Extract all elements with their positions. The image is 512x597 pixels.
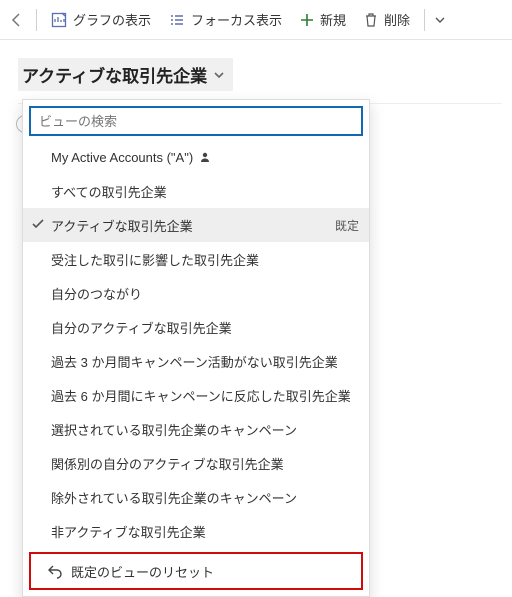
new-button[interactable]: 新規 — [292, 4, 354, 36]
view-title-text: アクティブな取引先企業 — [22, 62, 207, 87]
delete-label: 削除 — [384, 10, 410, 29]
chevron-down-icon — [434, 14, 446, 26]
toolbar-separator — [36, 9, 37, 31]
view-search-input[interactable] — [29, 106, 363, 136]
view-option[interactable]: 受注した取引に影響した取引先企業 — [23, 242, 369, 276]
focus-view-button[interactable]: フォーカス表示 — [161, 4, 290, 36]
view-option[interactable]: 非アクティブな取引先企業 — [23, 514, 369, 548]
content-area: My Active Accounts ("A")すべての取引先企業アクティブな取… — [0, 99, 512, 143]
view-option[interactable]: 自分のアクティブな取引先企業 — [23, 310, 369, 344]
default-badge: 既定 — [335, 217, 359, 234]
show-chart-button[interactable]: グラフの表示 — [43, 4, 159, 36]
view-option-label: 受注した取引に影響した取引先企業 — [51, 250, 259, 269]
view-option[interactable]: 過去 6 か月間にキャンペーンに反応した取引先企業 — [23, 378, 369, 412]
trash-icon — [364, 13, 378, 27]
command-bar: グラフの表示 フォーカス表示 新規 削除 — [0, 0, 512, 40]
view-option-label: 自分のアクティブな取引先企業 — [51, 318, 232, 337]
view-option-label: 選択されている取引先企業のキャンペーン — [51, 420, 297, 439]
focus-icon — [169, 12, 185, 28]
view-option-label: 自分のつながり — [51, 284, 142, 303]
view-option[interactable]: My Active Accounts ("A") — [23, 140, 369, 174]
person-icon — [199, 151, 211, 163]
view-selector[interactable]: アクティブな取引先企業 — [18, 58, 233, 91]
view-option-label: アクティブな取引先企業 — [51, 216, 193, 235]
back-arrow-icon — [9, 12, 25, 28]
reset-default-view-label: 既定のビューのリセット — [71, 562, 214, 581]
plus-icon — [300, 13, 314, 27]
reset-default-view-highlight: 既定のビューのリセット — [29, 552, 363, 590]
view-selector-row: アクティブな取引先企業 — [0, 40, 512, 99]
view-option[interactable]: アクティブな取引先企業 既定 — [23, 208, 369, 242]
view-option[interactable]: 関係別の自分のアクティブな取引先企業 — [23, 446, 369, 480]
show-chart-label: グラフの表示 — [73, 10, 151, 29]
view-option-label: 関係別の自分のアクティブな取引先企業 — [51, 454, 284, 473]
check-icon — [31, 217, 45, 234]
view-option[interactable]: 自分のつながり — [23, 276, 369, 310]
delete-button[interactable]: 削除 — [356, 4, 418, 36]
focus-view-label: フォーカス表示 — [191, 10, 282, 29]
view-option-label: 除外されている取引先企業のキャンペーン — [51, 488, 297, 507]
view-option[interactable]: 過去 3 か月間キャンペーン活動がない取引先企業 — [23, 344, 369, 378]
view-option-label: 過去 6 か月間にキャンペーンに反応した取引先企業 — [51, 386, 351, 405]
view-option[interactable]: すべての取引先企業 — [23, 174, 369, 208]
toolbar-separator — [424, 9, 425, 31]
reset-icon — [47, 563, 63, 579]
reset-default-view-button[interactable]: 既定のビューのリセット — [31, 554, 361, 588]
chart-icon — [51, 12, 67, 28]
view-option-label: 過去 3 か月間キャンペーン活動がない取引先企業 — [51, 352, 338, 371]
view-option[interactable]: 選択されている取引先企業のキャンペーン — [23, 412, 369, 446]
view-option-label: すべての取引先企業 — [51, 182, 167, 201]
chevron-down-icon — [213, 69, 225, 81]
new-label: 新規 — [320, 10, 346, 29]
view-dropdown: My Active Accounts ("A") すべての取引先企業アクティブな取… — [22, 99, 370, 597]
view-list: My Active Accounts ("A") すべての取引先企業アクティブな取… — [23, 140, 369, 548]
view-search-wrap — [23, 100, 369, 140]
view-option[interactable]: 除外されている取引先企業のキャンペーン — [23, 480, 369, 514]
delete-split-chevron[interactable] — [431, 14, 449, 26]
view-option-label: My Active Accounts ("A") — [51, 150, 193, 165]
back-button[interactable] — [4, 7, 30, 33]
view-option-label: 非アクティブな取引先企業 — [51, 522, 206, 541]
